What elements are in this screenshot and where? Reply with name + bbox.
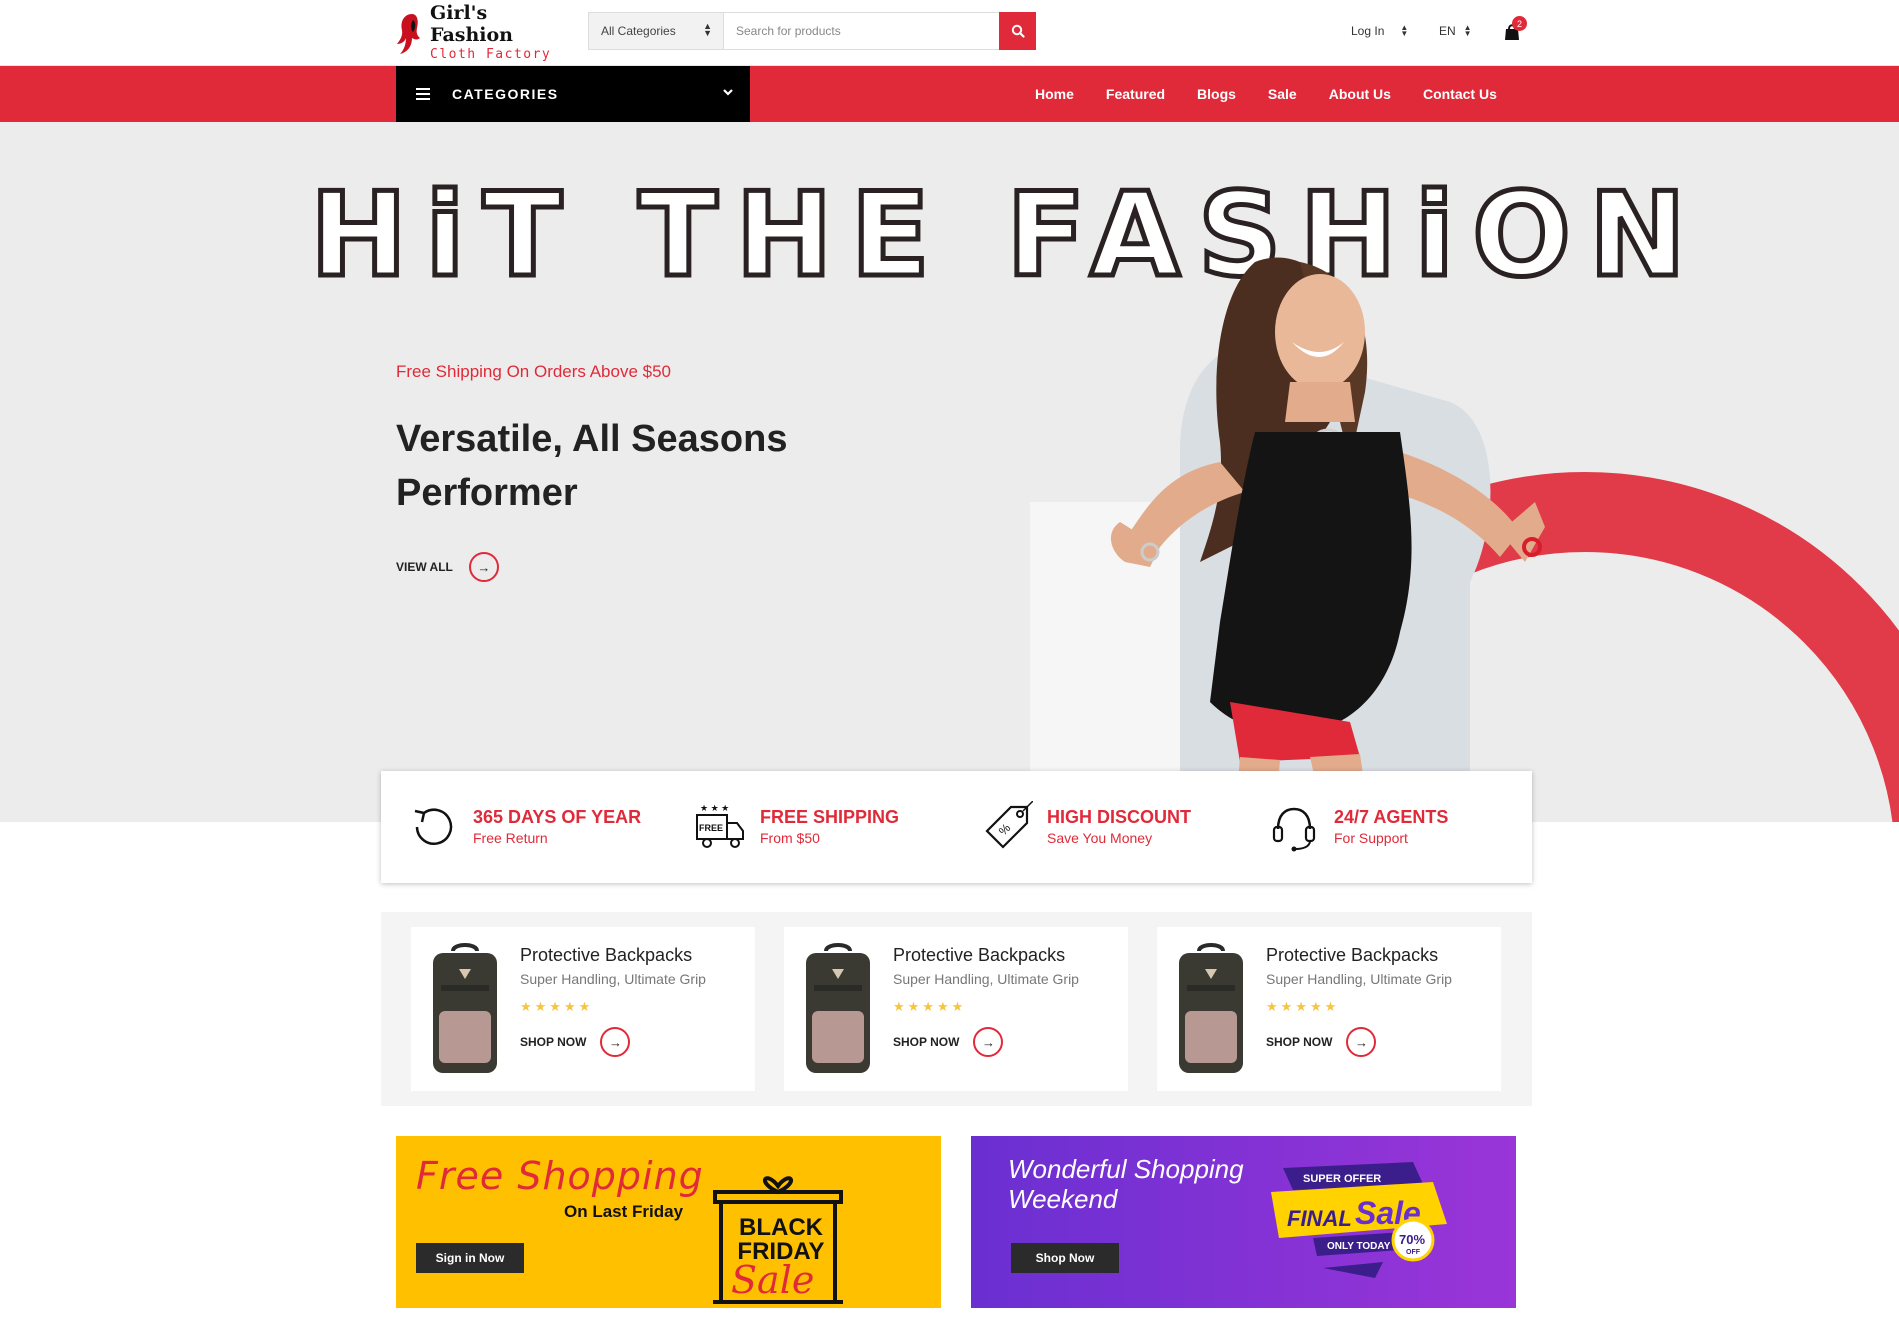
fashion-model-image <box>1030 257 1545 822</box>
backpack-image <box>1179 943 1243 1073</box>
black-friday-banner[interactable]: Free Shopping On Last Friday Sign in Now… <box>396 1136 941 1308</box>
category-select-value: All Categories <box>601 24 676 38</box>
svg-text:★ ★ ★: ★ ★ ★ <box>700 803 729 813</box>
feature-item: ★ ★ ★ FREE FREE SHIPPING From $50 <box>668 771 955 883</box>
login-dropdown[interactable]: Log In ▲ ▼ <box>1351 23 1409 39</box>
feature-subtitle: From $50 <box>760 830 820 846</box>
feature-strip: 365 DAYS OF YEAR Free Return ★ ★ ★ FREE … <box>381 771 1532 883</box>
search-bar: All Categories ▲ ▼ <box>588 12 1036 50</box>
feature-subtitle: For Support <box>1334 830 1408 846</box>
shop-now-banner-button[interactable]: Shop Now <box>1011 1243 1119 1273</box>
nav-link-featured[interactable]: Featured <box>1106 86 1165 102</box>
main-navigation: CATEGORIES Home Featured Blogs Sale Abou… <box>0 66 1899 122</box>
hero-banner: HiT THE FASHiON Free Shipping On Orders … <box>0 122 1899 822</box>
nav-link-home[interactable]: Home <box>1035 86 1074 102</box>
badge-super-offer: SUPER OFFER <box>1303 1173 1381 1185</box>
badge-percent: 70% <box>1399 1232 1425 1247</box>
product-title: Protective Backpacks <box>1266 945 1439 965</box>
product-subtitle: Super Handling, Ultimate Grip <box>520 971 706 987</box>
badge-final: FINAL <box>1287 1206 1352 1231</box>
arrow-right-icon: → <box>973 1027 1004 1057</box>
shop-now-label: SHOP NOW <box>520 1035 587 1049</box>
feature-item: % HIGH DISCOUNT Save You Money <box>955 771 1242 883</box>
shop-now-button[interactable]: SHOP NOW → <box>1266 1027 1377 1057</box>
shop-now-button[interactable]: SHOP NOW → <box>520 1027 631 1057</box>
feature-subtitle: Free Return <box>473 830 548 846</box>
star-rating: ★★★★★ <box>520 999 594 1014</box>
product-subtitle: Super Handling, Ultimate Grip <box>1266 971 1452 987</box>
product-subtitle: Super Handling, Ultimate Grip <box>893 971 1079 987</box>
headset-icon <box>1272 807 1316 852</box>
hamburger-icon <box>416 88 430 100</box>
woman-silhouette-icon <box>397 14 420 54</box>
shop-now-label: SHOP NOW <box>1266 1035 1333 1049</box>
feature-title: HIGH DISCOUNT <box>1047 807 1191 827</box>
banner-title: Wonderful Shopping Weekend <box>1008 1154 1244 1214</box>
product-card[interactable]: Protective Backpacks Super Handling, Ult… <box>411 927 755 1091</box>
final-sale-badge: SUPER OFFER FINAL Sale ONLY TODAY 70% OF… <box>1271 1162 1447 1278</box>
cart-count-badge: 2 <box>1512 16 1527 31</box>
nav-menu: Home Featured Blogs Sale About Us Contac… <box>1035 66 1529 122</box>
star-rating: ★★★★★ <box>893 999 967 1014</box>
categories-toggle[interactable]: CATEGORIES <box>396 66 750 122</box>
discount-tag-icon: % <box>985 801 1033 849</box>
arrow-right-icon: → <box>468 552 499 582</box>
banner-title: Free Shopping <box>416 1154 704 1198</box>
product-card[interactable]: Protective Backpacks Super Handling, Ult… <box>1157 927 1501 1091</box>
sort-arrows-icon: ▲ ▼ <box>1463 23 1472 38</box>
nav-link-contact-us[interactable]: Contact Us <box>1423 86 1497 102</box>
feature-title: 365 DAYS OF YEAR <box>473 807 642 827</box>
brand-name: Girl's Fashion <box>430 2 513 46</box>
product-title: Protective Backpacks <box>520 945 693 965</box>
shop-now-label: SHOP NOW <box>893 1035 960 1049</box>
arrow-right-icon: → <box>1346 1027 1377 1057</box>
site-header: Girl's Fashion Cloth Factory All Categor… <box>0 0 1899 66</box>
brand-logo[interactable]: Girl's Fashion Cloth Factory <box>394 2 554 62</box>
sort-arrows-icon: ▲ ▼ <box>1400 23 1409 38</box>
nav-link-about-us[interactable]: About Us <box>1329 86 1391 102</box>
product-card[interactable]: Protective Backpacks Super Handling, Ult… <box>784 927 1128 1091</box>
categories-label: CATEGORIES <box>452 86 559 102</box>
sort-arrows-icon: ▲ ▼ <box>703 21 712 38</box>
hero-title: Versatile, All Seasons Performer <box>396 418 788 514</box>
backpack-image <box>806 943 870 1073</box>
feature-title: FREE SHIPPING <box>760 807 900 827</box>
black-friday-label: BLACK FRIDAY <box>726 1216 836 1264</box>
arrow-right-icon: → <box>600 1027 631 1057</box>
hero-kicker: Free Shipping On Orders Above $50 <box>396 362 671 381</box>
backpack-image <box>433 943 497 1073</box>
free-delivery-truck-icon: ★ ★ ★ FREE <box>696 803 744 848</box>
nav-link-sale[interactable]: Sale <box>1268 86 1297 102</box>
search-button[interactable] <box>999 12 1036 50</box>
shop-now-button[interactable]: SHOP NOW → <box>893 1027 1004 1057</box>
feature-title: 24/7 AGENTS <box>1334 807 1449 827</box>
badge-line-black: BLACK <box>739 1214 823 1241</box>
star-rating: ★★★★★ <box>1266 999 1340 1014</box>
language-label: EN <box>1439 24 1456 38</box>
weekend-sale-banner[interactable]: Wonderful Shopping Weekend Shop Now SUPE… <box>971 1136 1516 1308</box>
svg-text:FREE: FREE <box>699 823 723 833</box>
product-row: Protective Backpacks Super Handling, Ult… <box>381 912 1532 1106</box>
language-dropdown[interactable]: EN ▲ ▼ <box>1439 23 1472 39</box>
feature-subtitle: Save You Money <box>1047 830 1153 846</box>
nav-link-blogs[interactable]: Blogs <box>1197 86 1236 102</box>
sign-in-now-button[interactable]: Sign in Now <box>416 1243 524 1273</box>
brand-tagline: Cloth Factory <box>430 47 552 62</box>
login-label: Log In <box>1351 24 1385 38</box>
search-input[interactable] <box>724 13 999 49</box>
return-arrow-icon <box>414 808 453 845</box>
view-all-label: VIEW ALL <box>396 560 453 574</box>
category-select[interactable]: All Categories ▲ ▼ <box>589 13 724 49</box>
chevron-down-icon <box>723 89 733 96</box>
badge-off: OFF <box>1406 1249 1421 1256</box>
badge-only-today: ONLY TODAY <box>1327 1241 1391 1252</box>
badge-line-sale: Sale <box>731 1258 815 1302</box>
view-all-button[interactable]: VIEW ALL → <box>396 552 499 582</box>
feature-item: 365 DAYS OF YEAR Free Return <box>381 771 668 883</box>
search-icon <box>1011 24 1025 38</box>
banner-subtitle: On Last Friday <box>564 1202 684 1221</box>
svg-text:%: % <box>996 821 1014 839</box>
product-title: Protective Backpacks <box>893 945 1066 965</box>
feature-item: 24/7 AGENTS For Support <box>1242 771 1529 883</box>
